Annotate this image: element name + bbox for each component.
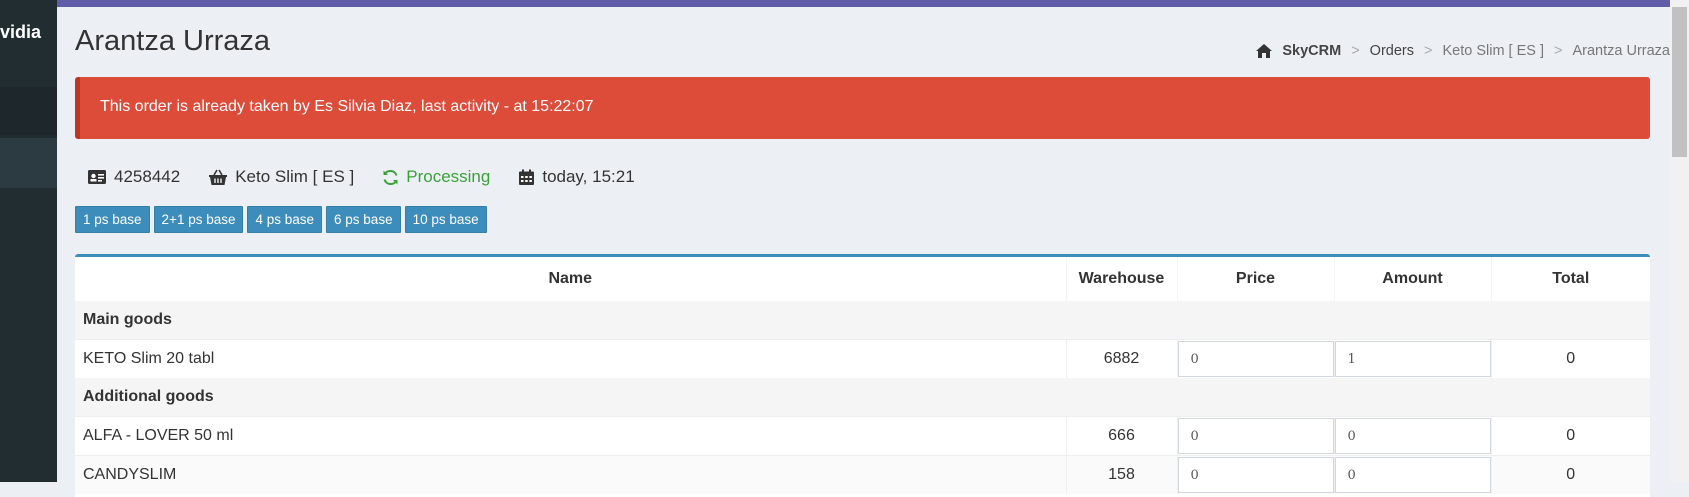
price-input[interactable]: [1177, 457, 1334, 493]
sidebar-item-active[interactable]: [0, 87, 57, 135]
breadcrumb-item-current: Arantza Urraza: [1572, 43, 1670, 59]
order-status-value: Processing: [406, 167, 491, 186]
refresh-icon: [383, 169, 398, 185]
main-content: Arantza Urraza SkyCRM > Orders > Keto Sl…: [57, 7, 1670, 497]
warehouse-value: 158: [1065, 455, 1177, 494]
column-header-warehouse: Warehouse: [1065, 257, 1177, 301]
alert-text: This order is already taken by Es Silvia…: [100, 98, 594, 115]
column-header-price: Price: [1176, 257, 1334, 301]
group-label: Main goods: [75, 301, 1650, 340]
page-scrollbar[interactable]: [1670, 0, 1689, 482]
breadcrumb-separator: >: [1351, 43, 1360, 59]
goods-table: Name Warehouse Price Amount Total Main g…: [75, 257, 1650, 494]
page-title: Arantza Urraza: [75, 25, 271, 57]
total-value: 0: [1490, 416, 1650, 456]
group-label: Additional goods: [75, 378, 1650, 417]
id-card-icon: [88, 170, 106, 184]
order-info-row: 4258442 Keto Slim [ ES ] Processing toda…: [87, 167, 663, 187]
price-cell: [1176, 455, 1334, 494]
breadcrumb-separator: >: [1554, 43, 1563, 59]
sidebar-brand[interactable]: vidia: [0, 22, 41, 43]
product-name: ALFA - LOVER 50 ml: [75, 416, 1066, 456]
scrollbar-thumb[interactable]: [1672, 7, 1687, 157]
column-header-total: Total: [1490, 257, 1650, 301]
sidebar-item[interactable]: [0, 138, 57, 188]
breadcrumb: SkyCRM > Orders > Keto Slim [ ES ] > Ara…: [1255, 43, 1670, 59]
amount-cell: [1333, 455, 1491, 494]
order-taken-alert: This order is already taken by Es Silvia…: [75, 77, 1650, 139]
preset-buttons: 1 ps base 2+1 ps base 4 ps base 6 ps bas…: [75, 206, 491, 233]
preset-1-button[interactable]: 1 ps base: [75, 206, 150, 233]
order-date-value: today, 15:21: [542, 167, 635, 186]
preset-2plus1-button[interactable]: 2+1 ps base: [153, 206, 244, 233]
group-row-additional-goods: Additional goods: [75, 378, 1650, 417]
sidebar: vidia: [0, 0, 57, 482]
preset-4-button[interactable]: 4 ps base: [247, 206, 323, 233]
product-name: CANDYSLIM: [75, 455, 1066, 494]
amount-input[interactable]: [1334, 341, 1491, 377]
breadcrumb-item-orders[interactable]: Orders: [1370, 43, 1414, 59]
total-value: 0: [1490, 339, 1650, 378]
warehouse-value: 6882: [1065, 339, 1177, 378]
amount-cell: [1333, 416, 1491, 456]
table-row: ALFA - LOVER 50 ml 666 0: [75, 416, 1650, 456]
order-product-value: Keto Slim [ ES ]: [235, 167, 355, 186]
order-id: 4258442: [87, 167, 180, 187]
calendar-icon: [519, 169, 535, 185]
preset-10-button[interactable]: 10 ps base: [404, 206, 487, 233]
order-product: Keto Slim [ ES ]: [208, 167, 354, 187]
price-cell: [1176, 416, 1334, 456]
price-input[interactable]: [1177, 418, 1334, 454]
preset-6-button[interactable]: 6 ps base: [326, 206, 401, 233]
price-cell: [1176, 339, 1334, 378]
table-header-row: Name Warehouse Price Amount Total: [75, 257, 1650, 301]
breadcrumb-item-product[interactable]: Keto Slim [ ES ]: [1442, 43, 1544, 59]
warehouse-value: 666: [1065, 416, 1177, 456]
breadcrumb-home-label: SkyCRM: [1282, 43, 1342, 59]
amount-cell: [1333, 339, 1491, 378]
breadcrumb-home-link[interactable]: SkyCRM: [1282, 43, 1341, 59]
order-id-value: 4258442: [114, 167, 181, 186]
home-icon: [1256, 44, 1273, 58]
price-input[interactable]: [1177, 341, 1334, 377]
total-value: 0: [1490, 455, 1650, 494]
product-name: KETO Slim 20 tabl: [75, 339, 1066, 378]
group-row-main-goods: Main goods: [75, 301, 1650, 340]
amount-input[interactable]: [1334, 418, 1491, 454]
order-status: Processing: [382, 167, 490, 187]
table-row: KETO Slim 20 tabl 6882 0: [75, 339, 1650, 378]
breadcrumb-separator: >: [1424, 43, 1433, 59]
goods-table-box: Name Warehouse Price Amount Total Main g…: [75, 254, 1650, 497]
column-header-amount: Amount: [1333, 257, 1491, 301]
basket-icon: [209, 169, 228, 185]
amount-input[interactable]: [1334, 457, 1491, 493]
top-bar: [0, 0, 1689, 7]
column-header-name: Name: [548, 270, 593, 287]
order-date: today, 15:21: [518, 167, 635, 187]
table-row: CANDYSLIM 158 0: [75, 455, 1650, 494]
